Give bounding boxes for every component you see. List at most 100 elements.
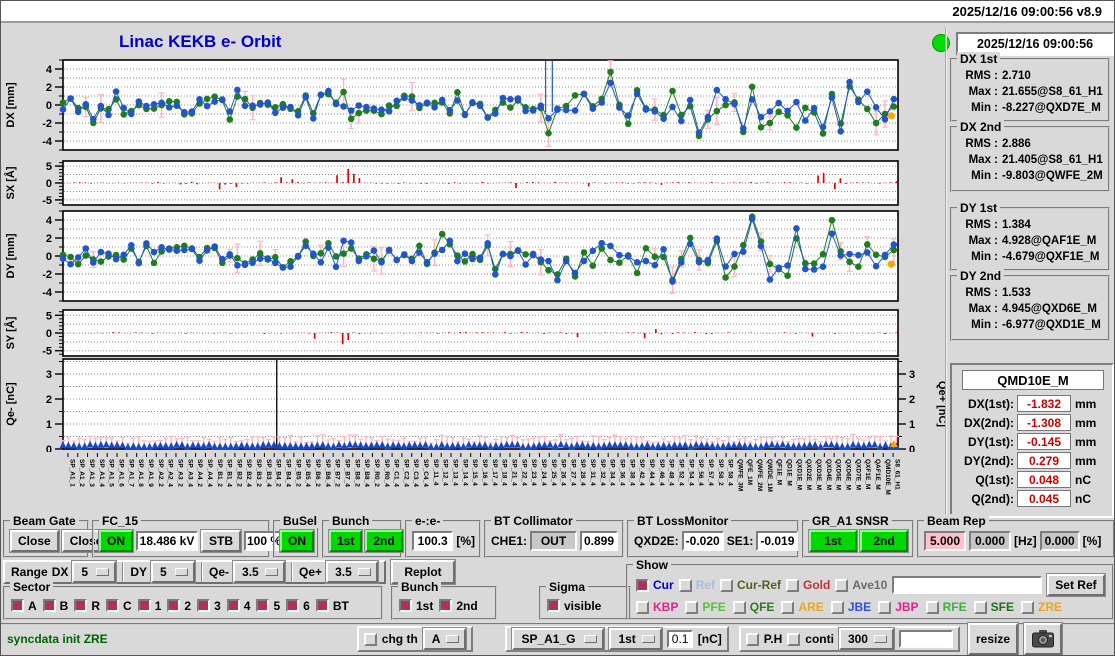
svg-text:1: 1 — [909, 419, 915, 431]
sy-plot: 5 0 -5 SY [Å] — [4, 309, 899, 358]
points-dropdown[interactable]: 300 — [838, 628, 894, 650]
bpm-label: SP_B3_2 — [255, 459, 262, 487]
fc15-on-button[interactable]: ON — [99, 530, 133, 552]
ph-label: P.H — [763, 632, 783, 646]
sector-checkbox-5[interactable]: 5 — [256, 599, 280, 613]
checkbox-indicator — [74, 599, 88, 612]
mode-dropdown[interactable]: A — [422, 628, 467, 650]
qmd-unit: mm — [1075, 434, 1097, 449]
stat-label: Min : — [971, 102, 998, 114]
bpm-label: QXF1E_M — [864, 459, 871, 489]
stat-label: Max : — [968, 86, 998, 98]
svg-text:DX [mm]: DX [mm] — [5, 82, 17, 128]
show-checkbox-jbp[interactable]: JBP — [878, 600, 919, 614]
show-checkbox-pfe[interactable]: PFE — [685, 600, 726, 614]
show-checkbox-sfe[interactable]: SFE — [973, 600, 1014, 614]
svg-text:3: 3 — [46, 369, 52, 381]
sigma-checkbox-visible[interactable]: visible — [547, 599, 601, 613]
beam-gate-close1-button[interactable]: Close — [10, 530, 59, 552]
checkbox-indicator — [636, 578, 649, 592]
range-qep-dropdown[interactable]: 3.5 — [326, 561, 379, 583]
resize-button[interactable]: resize — [967, 623, 1018, 655]
sector-checkbox-1[interactable]: 1 — [137, 599, 161, 613]
range-dx-label: DX — [51, 565, 69, 579]
stat-row: RMS : 1.533 — [958, 285, 1104, 301]
sector-checkbox-c[interactable]: C — [106, 599, 132, 613]
show-checkbox-kbp[interactable]: KBP — [636, 600, 678, 614]
range-dx-dropdown[interactable]: 5 — [72, 561, 117, 583]
show-checkbox-are[interactable]: ARE — [781, 600, 824, 614]
sector-checkbox-6[interactable]: 6 — [286, 599, 310, 613]
sector-checkbox-bt[interactable]: BT — [315, 599, 349, 613]
svg-text:0: 0 — [46, 251, 52, 263]
gr-a1-2nd-button[interactable]: 2nd — [860, 530, 908, 552]
stat-row: RMS : 2.710 — [958, 68, 1104, 84]
bunch-1st-button[interactable]: 1st — [329, 530, 363, 552]
svg-text:5: 5 — [46, 161, 52, 173]
bunch-dropdown[interactable]: 1st — [609, 628, 662, 650]
camera-button[interactable] — [1024, 623, 1062, 655]
checkbox-indicator — [678, 578, 692, 592]
chg-th-checkbox[interactable] — [363, 632, 377, 646]
checkbox-label: C — [123, 598, 132, 613]
bunch-checkbox-2nd[interactable]: 2nd — [439, 599, 478, 613]
checkbox-indicator — [439, 599, 453, 612]
busel-group: BuSel ON — [273, 514, 321, 558]
ph-checkbox[interactable] — [745, 632, 759, 646]
extra-input[interactable] — [898, 630, 953, 648]
svg-text:0: 0 — [909, 444, 915, 452]
qmd-label: Q(2nd): — [971, 491, 1014, 506]
qmd-row: DX(2nd): -1.308 mm — [952, 413, 1108, 432]
show-checkbox-rfe[interactable]: RFE — [925, 600, 967, 614]
sector-checkbox-4[interactable]: 4 — [226, 599, 250, 613]
bpm-label: SP_57_4 — [707, 459, 714, 486]
stat-box-title: DY 1st — [957, 201, 1001, 215]
fc15-stb-button[interactable]: STB — [201, 530, 241, 552]
set-ref-button[interactable]: Set Ref — [1047, 574, 1105, 596]
show-checkbox-jbe[interactable]: JBE — [830, 600, 871, 614]
bpm-label: QD1E_M — [786, 459, 793, 486]
gr-a1-1st-button[interactable]: 1st — [809, 530, 857, 552]
show-checkbox-ave10[interactable]: Ave10 — [835, 578, 887, 592]
bpm-label: SP_B3_4 — [265, 459, 272, 487]
bunch-2nd-button[interactable]: 2nd — [365, 530, 403, 552]
sector-checkbox-a[interactable]: A — [11, 599, 37, 613]
show-checkbox-gold[interactable]: Gold — [786, 578, 830, 592]
bpm-label: SP_24_4 — [540, 459, 547, 486]
sector-checkbox-b[interactable]: B — [42, 599, 68, 613]
sector-group: Sector A B R C 1 2 3 4 5 6 BT — [3, 580, 383, 620]
show-checkbox-cur-ref[interactable]: Cur-Ref — [720, 578, 781, 592]
checkbox-label: RFE — [942, 600, 967, 614]
range-qem-dropdown[interactable]: 3.5 — [233, 561, 286, 583]
ref-file-input[interactable] — [892, 576, 1043, 594]
svg-text:2: 2 — [46, 82, 52, 94]
bpm-label: SP_A1_7 — [127, 459, 134, 487]
range-bar: Range DX 5 DY 5 Qe- 3.5 Qe+ 3.5 — [3, 560, 387, 584]
stat-box-dx-1st: DX 1st RMS : 2.710 Max : 21.655@S8_61_H1 Min … — [950, 52, 1110, 122]
stat-value: 2.886 — [1002, 138, 1031, 150]
sector-checkbox-3[interactable]: 3 — [197, 599, 221, 613]
qmd-row: Q(1st): 0.048 nC — [952, 470, 1108, 489]
bpm-label: SP_52_4 — [677, 459, 684, 486]
bpm-label: SP_22_4 — [520, 459, 527, 486]
bunch-checkbox-1st[interactable]: 1st — [399, 599, 433, 613]
signal-dropdown[interactable]: SP_A1_G — [512, 628, 605, 650]
show-checkbox-zre[interactable]: ZRE — [1020, 600, 1062, 614]
conti-checkbox[interactable] — [787, 632, 801, 646]
show-checkbox-cur[interactable]: Cur — [636, 578, 674, 592]
checkbox-label: KBP — [653, 600, 679, 614]
show-checkbox-qfe[interactable]: QFE — [732, 600, 774, 614]
sector-checkbox-2[interactable]: 2 — [167, 599, 191, 613]
svg-text:-5: -5 — [42, 346, 52, 358]
bpm-label: SP_A4_4 — [206, 459, 213, 487]
checkbox-indicator — [973, 600, 987, 614]
busel-on-button[interactable]: ON — [280, 530, 314, 552]
bpm-label: SP_44_4 — [648, 459, 655, 486]
bpm-label: SP_B6_2 — [314, 459, 321, 487]
qmd-value: -1.308 — [1017, 414, 1071, 431]
sector-checkbox-r[interactable]: R — [74, 599, 100, 613]
threshold-input[interactable] — [666, 630, 693, 648]
show-checkbox-ref[interactable]: Ref — [678, 578, 715, 592]
beam-rep-hz-unit: [Hz] — [1014, 534, 1037, 548]
range-dy-dropdown[interactable]: 5 — [151, 561, 196, 583]
